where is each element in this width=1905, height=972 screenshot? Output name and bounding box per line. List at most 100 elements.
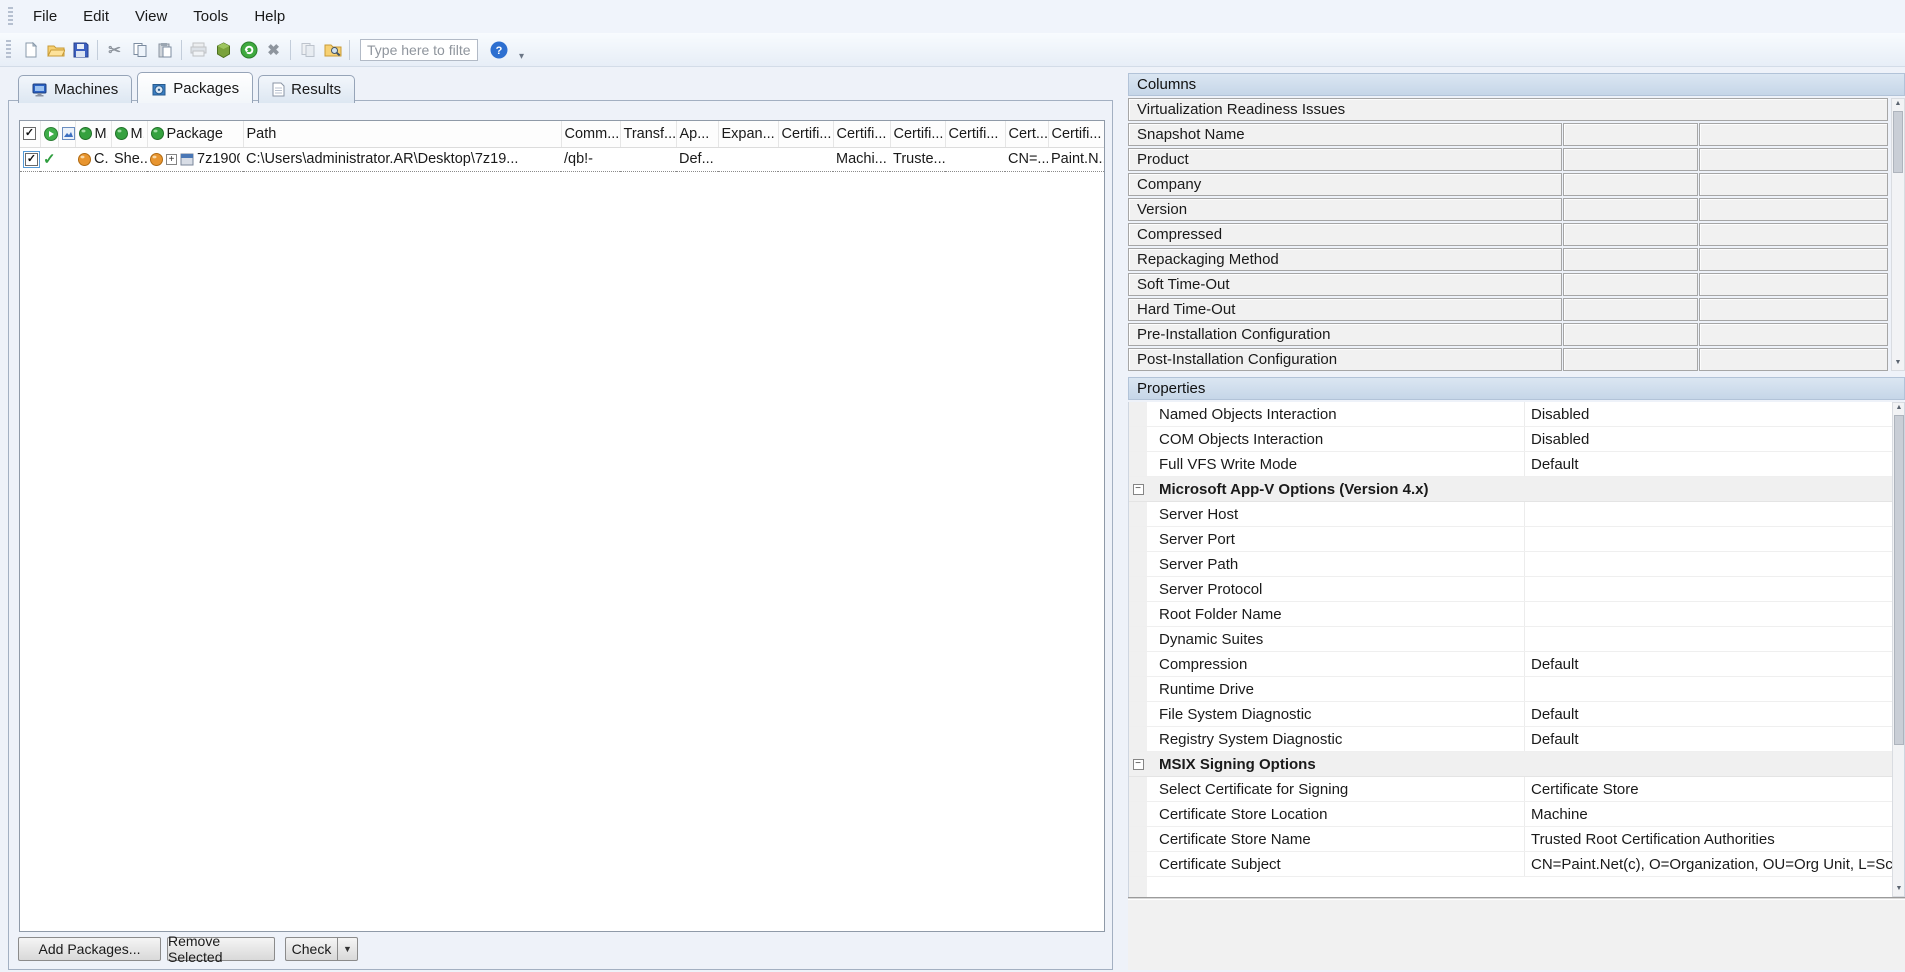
collapse-minus-icon[interactable]: − — [1133, 759, 1144, 770]
toolbar-grip-2[interactable] — [6, 40, 11, 60]
property-value[interactable]: Machine — [1524, 802, 1892, 826]
scroll-up-icon[interactable]: ▲ — [1895, 99, 1902, 111]
scrollbar-thumb[interactable] — [1894, 415, 1904, 745]
columns-row-cell[interactable] — [1699, 223, 1888, 246]
columns-row[interactable]: Soft Time-Out — [1128, 273, 1562, 296]
certificate-column-header-4[interactable]: Certifi... — [945, 121, 1005, 147]
property-row[interactable]: CompressionDefault — [1129, 652, 1892, 677]
transform-column-header[interactable]: Transf... — [620, 121, 676, 147]
columns-row-cell[interactable] — [1699, 248, 1888, 271]
scroll-down-icon[interactable]: ▼ — [1895, 358, 1902, 370]
columns-row-cell[interactable] — [1699, 298, 1888, 321]
menu-file[interactable]: File — [20, 4, 70, 29]
property-value[interactable]: Disabled — [1524, 402, 1892, 426]
columns-row-cell[interactable] — [1563, 248, 1698, 271]
columns-row[interactable]: Virtualization Readiness Issues — [1128, 98, 1888, 121]
toolbar-grip[interactable] — [8, 7, 13, 27]
property-value[interactable] — [1524, 627, 1892, 651]
columns-row-cell[interactable] — [1563, 123, 1698, 146]
property-value[interactable] — [1524, 677, 1892, 701]
columns-row-cell[interactable] — [1563, 148, 1698, 171]
columns-row-cell[interactable] — [1699, 323, 1888, 346]
columns-row[interactable]: Pre-Installation Configuration — [1128, 323, 1562, 346]
package-column-header[interactable]: Package — [147, 121, 243, 147]
delete-button[interactable]: ✖ — [261, 37, 286, 62]
columns-row-cell[interactable] — [1699, 123, 1888, 146]
check-dropdown-button[interactable]: ▼ — [337, 937, 358, 961]
columns-row-cell[interactable] — [1563, 223, 1698, 246]
scrollbar-thumb[interactable] — [1893, 111, 1903, 173]
path-column-header[interactable]: Path — [243, 121, 561, 147]
columns-row[interactable]: Repackaging Method — [1128, 248, 1562, 271]
certificate-column-header-2[interactable]: Certifi... — [833, 121, 890, 147]
property-value[interactable]: Default — [1524, 702, 1892, 726]
status-column-header[interactable] — [40, 121, 58, 147]
menu-help[interactable]: Help — [241, 4, 298, 29]
command-column-header[interactable]: Comm... — [561, 121, 620, 147]
tab-machines[interactable]: Machines — [18, 75, 132, 103]
columns-row-cell[interactable] — [1699, 198, 1888, 221]
property-row[interactable]: File System DiagnosticDefault — [1129, 702, 1892, 727]
select-all-checkbox-header[interactable]: ✓ — [20, 121, 40, 147]
columns-row-cell[interactable] — [1563, 273, 1698, 296]
property-group-row[interactable]: −Microsoft App-V Options (Version 4.x) — [1129, 477, 1892, 502]
property-row[interactable]: Select Certificate for SigningCertificat… — [1129, 777, 1892, 802]
machine-column-header-2[interactable]: M.. — [111, 121, 147, 147]
columns-row[interactable]: Company — [1128, 173, 1562, 196]
property-value[interactable] — [1524, 502, 1892, 526]
columns-row-cell[interactable] — [1563, 173, 1698, 196]
refresh-button[interactable] — [236, 37, 261, 62]
property-row[interactable]: Runtime Drive — [1129, 677, 1892, 702]
properties-scrollbar[interactable]: ▲ ▼ — [1892, 402, 1905, 897]
columns-row[interactable]: Post-Installation Configuration — [1128, 348, 1562, 371]
checkbox-checked[interactable]: ✓ — [25, 153, 38, 166]
machine-column-header-1[interactable]: M.. — [75, 121, 111, 147]
property-value[interactable]: Trusted Root Certification Authorities — [1524, 827, 1892, 851]
property-value[interactable] — [1524, 552, 1892, 576]
property-row[interactable]: Certificate SubjectCN=Paint.Net(c), O=Or… — [1129, 852, 1892, 877]
columns-row-cell[interactable] — [1699, 173, 1888, 196]
collapse-minus-icon[interactable]: − — [1133, 484, 1144, 495]
paste-button[interactable] — [152, 37, 177, 62]
property-value[interactable]: Certificate Store — [1524, 777, 1892, 801]
property-value[interactable]: Default — [1524, 652, 1892, 676]
new-button[interactable] — [18, 37, 43, 62]
columns-row-cell[interactable] — [1563, 198, 1698, 221]
tab-results[interactable]: Results — [258, 75, 355, 103]
property-row[interactable]: COM Objects InteractionDisabled — [1129, 427, 1892, 452]
open-button[interactable] — [43, 37, 68, 62]
package-row[interactable]: ✓ ✓ C... She... +7z1900 C:\Users\adminis… — [20, 147, 1105, 171]
property-row[interactable]: Server Host — [1129, 502, 1892, 527]
save-button[interactable] — [68, 37, 93, 62]
search-folder-button[interactable] — [320, 37, 345, 62]
property-row[interactable]: Registry System DiagnosticDefault — [1129, 727, 1892, 752]
columns-row[interactable]: Product — [1128, 148, 1562, 171]
property-row[interactable]: Root Folder Name — [1129, 602, 1892, 627]
columns-row-cell[interactable] — [1699, 348, 1888, 371]
certificate-column-header-5[interactable]: Cert... — [1005, 121, 1048, 147]
checkbox-checked[interactable]: ✓ — [23, 127, 36, 140]
menu-view[interactable]: View — [122, 4, 180, 29]
columns-row-cell[interactable] — [1563, 323, 1698, 346]
print-button[interactable] — [186, 37, 211, 62]
property-row[interactable]: Dynamic Suites — [1129, 627, 1892, 652]
columns-row-cell[interactable] — [1563, 348, 1698, 371]
property-row[interactable]: Certificate Store NameTrusted Root Certi… — [1129, 827, 1892, 852]
remove-selected-button[interactable]: Remove Selected — [167, 937, 275, 961]
check-button[interactable]: Check — [285, 937, 337, 961]
add-packages-button[interactable]: Add Packages... — [18, 937, 161, 961]
copy-button[interactable] — [127, 37, 152, 62]
image-column-header[interactable] — [58, 121, 75, 147]
filter-input[interactable] — [360, 39, 478, 61]
property-group-row[interactable]: −MSIX Signing Options — [1129, 752, 1892, 777]
property-value[interactable]: CN=Paint.Net(c), O=Organization, OU=Org … — [1524, 852, 1892, 876]
menu-edit[interactable]: Edit — [70, 4, 122, 29]
certificate-column-header-3[interactable]: Certifi... — [890, 121, 945, 147]
scroll-down-icon[interactable]: ▼ — [1896, 884, 1903, 896]
menu-tools[interactable]: Tools — [180, 4, 241, 29]
certificate-column-header-6[interactable]: Certifi... — [1048, 121, 1105, 147]
expand-column-header[interactable]: Expan... — [718, 121, 778, 147]
columns-row[interactable]: Hard Time-Out — [1128, 298, 1562, 321]
columns-row-cell[interactable] — [1563, 298, 1698, 321]
property-value[interactable] — [1524, 527, 1892, 551]
